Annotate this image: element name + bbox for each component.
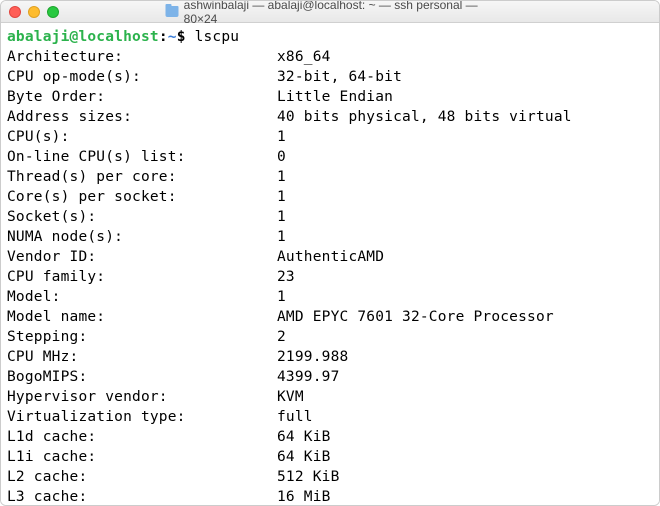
output-key: L3 cache:	[7, 487, 277, 505]
output-row: Stepping:2	[7, 327, 653, 347]
output-value: x86_64	[277, 47, 653, 67]
output-row: Address sizes:40 bits physical, 48 bits …	[7, 107, 653, 127]
command-output: Architecture:x86_64CPU op-mode(s):32-bit…	[7, 47, 653, 505]
output-value: 1	[277, 127, 653, 147]
output-row: L3 cache:16 MiB	[7, 487, 653, 505]
output-key: Socket(s):	[7, 207, 277, 227]
output-value: 23	[277, 267, 653, 287]
traffic-lights	[9, 6, 59, 18]
prompt-user-host: abalaji@localhost	[7, 29, 159, 45]
terminal-window: ashwinbalaji — abalaji@localhost: ~ — ss…	[0, 0, 660, 506]
output-value: 2	[277, 327, 653, 347]
output-row: Vendor ID:AuthenticAMD	[7, 247, 653, 267]
output-row: Virtualization type:full	[7, 407, 653, 427]
output-key: L2 cache:	[7, 467, 277, 487]
output-value: 40 bits physical, 48 bits virtual	[277, 107, 653, 127]
output-key: CPU op-mode(s):	[7, 67, 277, 87]
output-value: 1	[277, 187, 653, 207]
output-key: Model name:	[7, 307, 277, 327]
output-row: On-line CPU(s) list:0	[7, 147, 653, 167]
output-value: AMD EPYC 7601 32-Core Processor	[277, 307, 653, 327]
prompt-path: ~	[168, 29, 177, 45]
output-row: Core(s) per socket:1	[7, 187, 653, 207]
output-value: full	[277, 407, 653, 427]
output-key: L1d cache:	[7, 427, 277, 447]
output-value: 1	[277, 227, 653, 247]
terminal-body[interactable]: abalaji@localhost:~$ lscpu Architecture:…	[1, 23, 659, 505]
output-row: Architecture:x86_64	[7, 47, 653, 67]
output-row: Hypervisor vendor:KVM	[7, 387, 653, 407]
minimize-icon[interactable]	[28, 6, 40, 18]
output-value: 64 KiB	[277, 447, 653, 467]
output-row: Model:1	[7, 287, 653, 307]
output-value: 0	[277, 147, 653, 167]
output-key: Thread(s) per core:	[7, 167, 277, 187]
output-key: Address sizes:	[7, 107, 277, 127]
output-row: CPU family:23	[7, 267, 653, 287]
output-value: 2199.988	[277, 347, 653, 367]
prompt-symbol: $	[177, 29, 186, 45]
output-key: NUMA node(s):	[7, 227, 277, 247]
window-title: ashwinbalaji — abalaji@localhost: ~ — ss…	[166, 0, 495, 26]
output-row: Byte Order:Little Endian	[7, 87, 653, 107]
titlebar: ashwinbalaji — abalaji@localhost: ~ — ss…	[1, 1, 659, 23]
output-key: Byte Order:	[7, 87, 277, 107]
output-row: CPU op-mode(s):32-bit, 64-bit	[7, 67, 653, 87]
output-key: Architecture:	[7, 47, 277, 67]
output-row: NUMA node(s):1	[7, 227, 653, 247]
folder-icon	[166, 6, 179, 17]
output-key: CPU family:	[7, 267, 277, 287]
output-key: CPU(s):	[7, 127, 277, 147]
output-value: 16 MiB	[277, 487, 653, 505]
output-key: Hypervisor vendor:	[7, 387, 277, 407]
output-value: 32-bit, 64-bit	[277, 67, 653, 87]
output-row: BogoMIPS:4399.97	[7, 367, 653, 387]
output-row: L1i cache:64 KiB	[7, 447, 653, 467]
output-value: 1	[277, 207, 653, 227]
output-row: L1d cache:64 KiB	[7, 427, 653, 447]
output-key: Core(s) per socket:	[7, 187, 277, 207]
output-key: Model:	[7, 287, 277, 307]
output-value: 512 KiB	[277, 467, 653, 487]
output-row: Thread(s) per core:1	[7, 167, 653, 187]
output-value: KVM	[277, 387, 653, 407]
prompt-command: lscpu	[186, 29, 240, 45]
output-value: 1	[277, 167, 653, 187]
prompt-sep: :	[159, 29, 168, 45]
output-row: Model name:AMD EPYC 7601 32-Core Process…	[7, 307, 653, 327]
prompt-line: abalaji@localhost:~$ lscpu	[7, 27, 653, 47]
output-key: BogoMIPS:	[7, 367, 277, 387]
close-icon[interactable]	[9, 6, 21, 18]
output-row: Socket(s):1	[7, 207, 653, 227]
output-value: 4399.97	[277, 367, 653, 387]
output-key: Virtualization type:	[7, 407, 277, 427]
output-value: Little Endian	[277, 87, 653, 107]
output-row: L2 cache:512 KiB	[7, 467, 653, 487]
output-key: CPU MHz:	[7, 347, 277, 367]
window-title-text: ashwinbalaji — abalaji@localhost: ~ — ss…	[184, 0, 495, 26]
output-key: L1i cache:	[7, 447, 277, 467]
output-value: 1	[277, 287, 653, 307]
maximize-icon[interactable]	[47, 6, 59, 18]
output-key: Stepping:	[7, 327, 277, 347]
output-value: AuthenticAMD	[277, 247, 653, 267]
output-value: 64 KiB	[277, 427, 653, 447]
output-row: CPU(s):1	[7, 127, 653, 147]
output-key: Vendor ID:	[7, 247, 277, 267]
output-row: CPU MHz:2199.988	[7, 347, 653, 367]
output-key: On-line CPU(s) list:	[7, 147, 277, 167]
